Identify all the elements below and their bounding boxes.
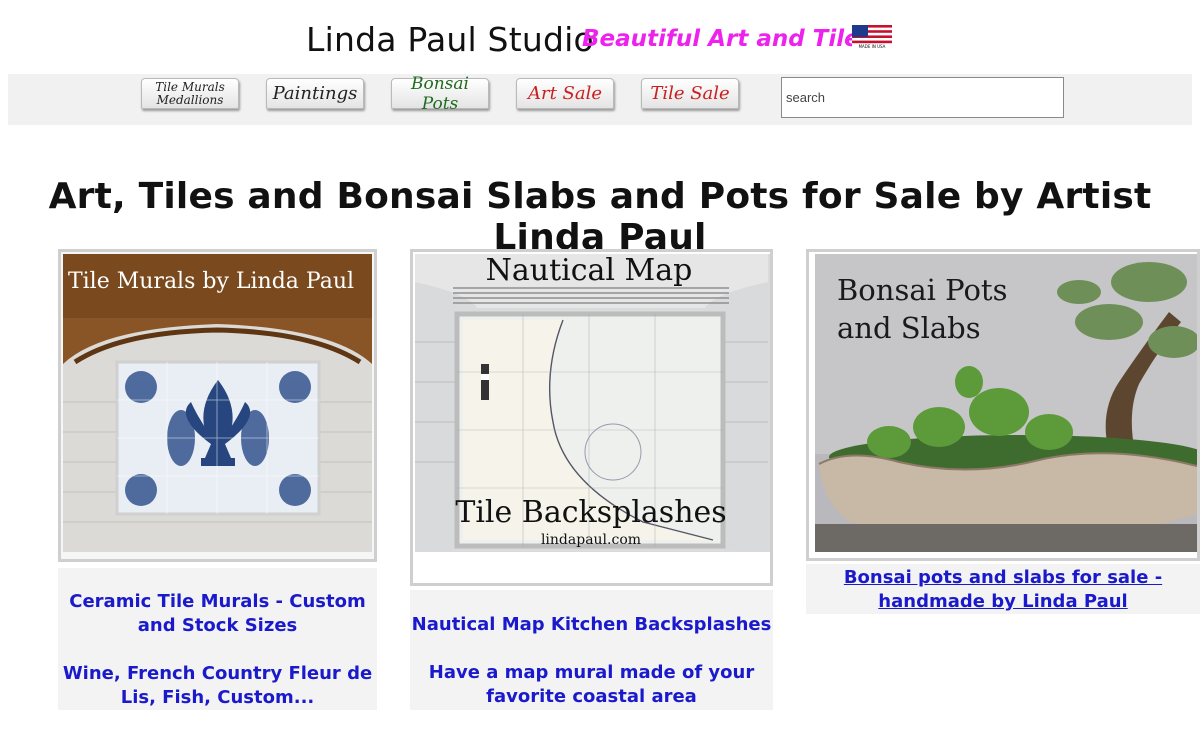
nav-bonsai-pots[interactable]: Bonsai Pots — [391, 74, 489, 114]
made-in-usa-flag-icon: MADE IN USA — [852, 25, 892, 49]
site-tagline: Beautiful Art and Tile — [582, 26, 860, 52]
tile-murals-subtitle[interactable]: Wine, French Country Fleur de Lis, Fish,… — [58, 638, 377, 710]
nav-bar: Tile Murals Medallions Paintings Bonsai … — [8, 74, 1192, 125]
search-input[interactable] — [781, 77, 1064, 118]
nav-bonsai-pots-label: Bonsai Pots — [411, 73, 469, 114]
nautical-map-caption: Nautical Map Kitchen Backsplashes Have a… — [410, 590, 773, 710]
tile-murals-caption: Ceramic Tile Murals - Custom and Stock S… — [58, 568, 377, 710]
nav-tile-murals-medallions[interactable]: Tile Murals Medallions — [141, 78, 239, 109]
nav-tile-murals-line1: Tile Murals — [155, 79, 225, 94]
nautical-map-title[interactable]: Nautical Map Kitchen Backsplashes — [410, 590, 773, 637]
nav-tile-sale[interactable]: Tile Sale — [641, 78, 739, 109]
bonsai-image[interactable]: Bonsai Pots and Slabs — [806, 249, 1200, 561]
bonsai-image-text-line1: Bonsai Pots — [837, 273, 1007, 307]
tile-murals-title[interactable]: Ceramic Tile Murals - Custom and Stock S… — [58, 568, 377, 638]
nautical-image-text-top: Nautical Map — [486, 253, 693, 288]
nav-tile-murals-line2: Medallions — [156, 92, 224, 107]
tile-murals-image-text: Tile Murals by Linda Paul — [68, 269, 354, 294]
nautical-image-text-bottom: Tile Backsplashes — [455, 495, 726, 530]
page-heading: Art, Tiles and Bonsai Slabs and Pots for… — [48, 176, 1152, 258]
nautical-image-url: lindapaul.com — [541, 532, 641, 548]
nav-art-sale[interactable]: Art Sale — [516, 78, 614, 109]
bonsai-link[interactable]: Bonsai pots and slabs for sale - handmad… — [806, 564, 1200, 614]
nav-tile-sale-label: Tile Sale — [650, 83, 730, 104]
flag-caption: MADE IN USA — [859, 44, 886, 49]
nav-paintings-label: Paintings — [272, 83, 358, 104]
site-title[interactable]: Linda Paul Studio — [306, 20, 594, 59]
nautical-map-image[interactable]: Nautical Map Tile Backsplashes lindapaul… — [410, 249, 773, 586]
bonsai-image-text-line2: and Slabs — [837, 311, 981, 345]
site-header: Linda Paul Studio Beautiful Art and Tile… — [0, 14, 1200, 64]
nav-tile-murals-label: Tile Murals Medallions — [155, 79, 225, 107]
nav-paintings[interactable]: Paintings — [266, 78, 364, 109]
bonsai-caption: Bonsai pots and slabs for sale - handmad… — [806, 564, 1200, 614]
nav-art-sale-label: Art Sale — [527, 83, 603, 104]
nautical-map-subtitle[interactable]: Have a map mural made of your favorite c… — [410, 637, 773, 709]
tile-murals-image[interactable]: Tile Murals by Linda Paul — [58, 249, 377, 562]
